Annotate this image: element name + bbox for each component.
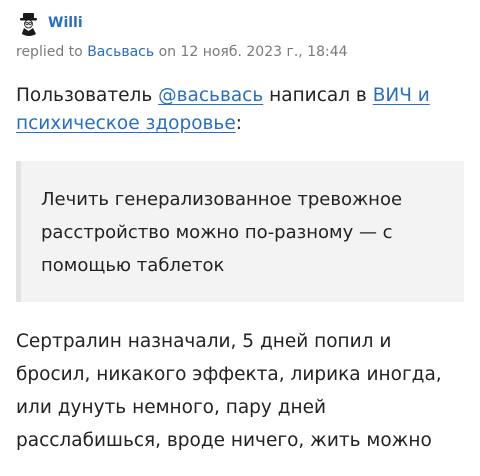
intro-prefix: Пользователь [16,85,159,106]
blockquote: Лечить генерализованное тревожное расстр… [16,161,464,302]
user-mention-link[interactable]: @васьвась [158,85,263,106]
reply-meta: replied to Васьвась on 12 нояб. 2023 г.,… [16,44,348,60]
intro-suffix: : [235,113,242,134]
author-name-link[interactable]: Willi [48,15,83,31]
quote-text: Лечить генерализованное тревожное расстр… [41,189,403,276]
quote-intro: Пользователь @васьвась написал в ВИЧ и п… [16,82,468,138]
intro-middle: написал в [263,85,373,106]
reply-text: Сертралин назначали, 5 дней попил и брос… [16,331,442,451]
post-header: Willi [16,8,83,38]
post-date: on 12 нояб. 2023 г., 18:44 [158,44,348,60]
avatar-icon[interactable] [16,10,42,36]
reply-post: Willi replied to Васьвась on 12 нояб. 20… [0,0,480,476]
reply-body: Сертралин назначали, 5 дней попил и брос… [16,325,471,457]
reply-prefix-text: replied to [16,44,83,60]
reply-target-link[interactable]: Васьвась [87,44,154,60]
